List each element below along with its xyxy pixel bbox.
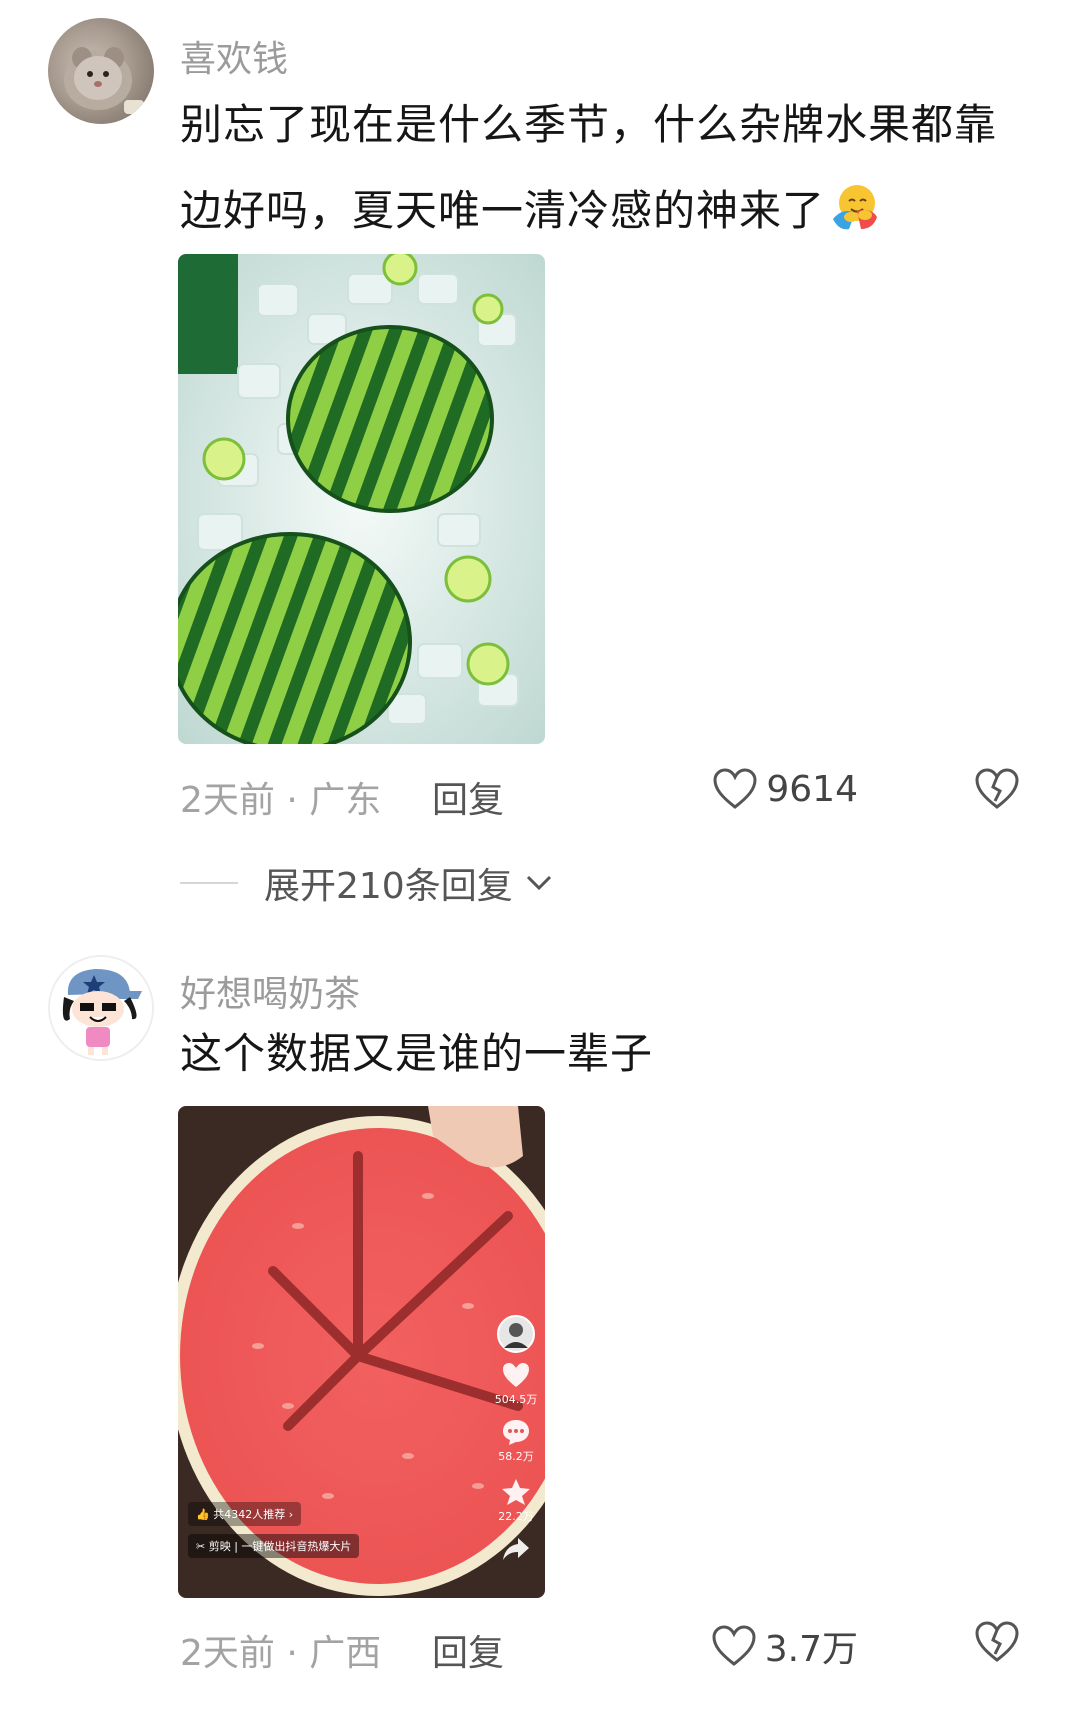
cartoon-girl-avatar-icon [50,957,152,1059]
creator-avatar[interactable] [493,1314,539,1354]
hugging-face-emoji-icon [833,185,878,230]
time-location: 2天前 · 广东 [180,780,382,821]
jianying-label: 剪映 [208,1540,231,1553]
broken-heart-icon [975,1621,1019,1662]
video-like-count: 504.5万 [494,1393,538,1406]
jianying-slogan: 一键做出抖音热爆大片 [241,1540,352,1553]
hamster-avatar-icon [64,47,144,114]
share-arrow-icon [503,1538,529,1560]
chevron-down-icon [526,875,551,891]
recommend-text: 共4342人推荐 [213,1508,286,1521]
jianying-logo-icon: ✂ [196,1540,206,1553]
reply-button[interactable]: 回复 [432,771,504,823]
comment-item: 好想喝奶茶 这个数据又是谁的一辈子 504.5万 58.2万 22.2万 👍 共… [0,955,1080,1716]
comment-item: 喜欢钱 别忘了现在是什么季节，什么杂牌水果都靠边好吗，夏天唯一清冷感的神来了 2… [0,0,1080,930]
username[interactable]: 好想喝奶茶 [180,965,360,1017]
like-count: 9614 [766,768,858,810]
expand-replies[interactable]: 展开210条回复 [180,858,553,908]
creator-avatar-icon [497,1315,535,1353]
avatar[interactable] [48,955,154,1061]
broken-heart-icon [975,768,1019,809]
comment-bubble-icon [503,1420,529,1445]
like-button[interactable]: 9614 [712,767,858,811]
divider-line [180,882,238,884]
comment-text: 别忘了现在是什么季节，什么杂牌水果都靠边好吗，夏天唯一清冷感的神来了 [180,82,1010,254]
jianying-tag[interactable]: ✂ 剪映 | 一键做出抖音热爆大片 [188,1534,360,1558]
heart-icon [503,1363,529,1387]
comment-meta: 2天前 · 广东 回复 9614 [180,767,1020,821]
like-count: 3.7万 [764,1629,858,1670]
thumbs-up-icon: 👍 [196,1508,210,1521]
comment-meta: 2天前 · 广西 回复 3.7万 [180,1620,1020,1674]
dislike-button[interactable] [974,1620,1020,1668]
reply-button[interactable]: 回复 [432,1624,504,1676]
avatar[interactable] [48,18,154,124]
expand-replies-label: 展开210条回复 [264,866,513,907]
video-favorite[interactable]: 22.2万 [493,1478,539,1524]
video-favorite-count: 22.2万 [498,1510,534,1523]
chevron-right-icon: › [288,1508,294,1521]
video-comment-count: 58.2万 [498,1450,534,1463]
watermelon-video-thumbnail[interactable]: 504.5万 58.2万 22.2万 👍 共4342人推荐 › ✂ 剪映 | 一… [178,1106,545,1598]
comment-text: 这个数据又是谁的一辈子 [180,1029,654,1078]
time-location: 2天前 · 广西 [180,1633,382,1674]
video-share[interactable] [493,1536,539,1562]
like-button[interactable]: 3.7万 [711,1620,858,1672]
watermelon-ice-photo [178,254,545,744]
star-icon [502,1479,530,1505]
heart-outline-icon [713,768,757,809]
video-like[interactable]: 504.5万 [493,1361,539,1407]
username[interactable]: 喜欢钱 [180,30,288,82]
heart-outline-icon [712,1625,756,1666]
dislike-button[interactable] [974,767,1020,815]
video-comment[interactable]: 58.2万 [493,1418,539,1464]
watermelon-on-ice-image[interactable] [178,254,545,744]
recommend-tag[interactable]: 👍 共4342人推荐 › [188,1502,302,1526]
